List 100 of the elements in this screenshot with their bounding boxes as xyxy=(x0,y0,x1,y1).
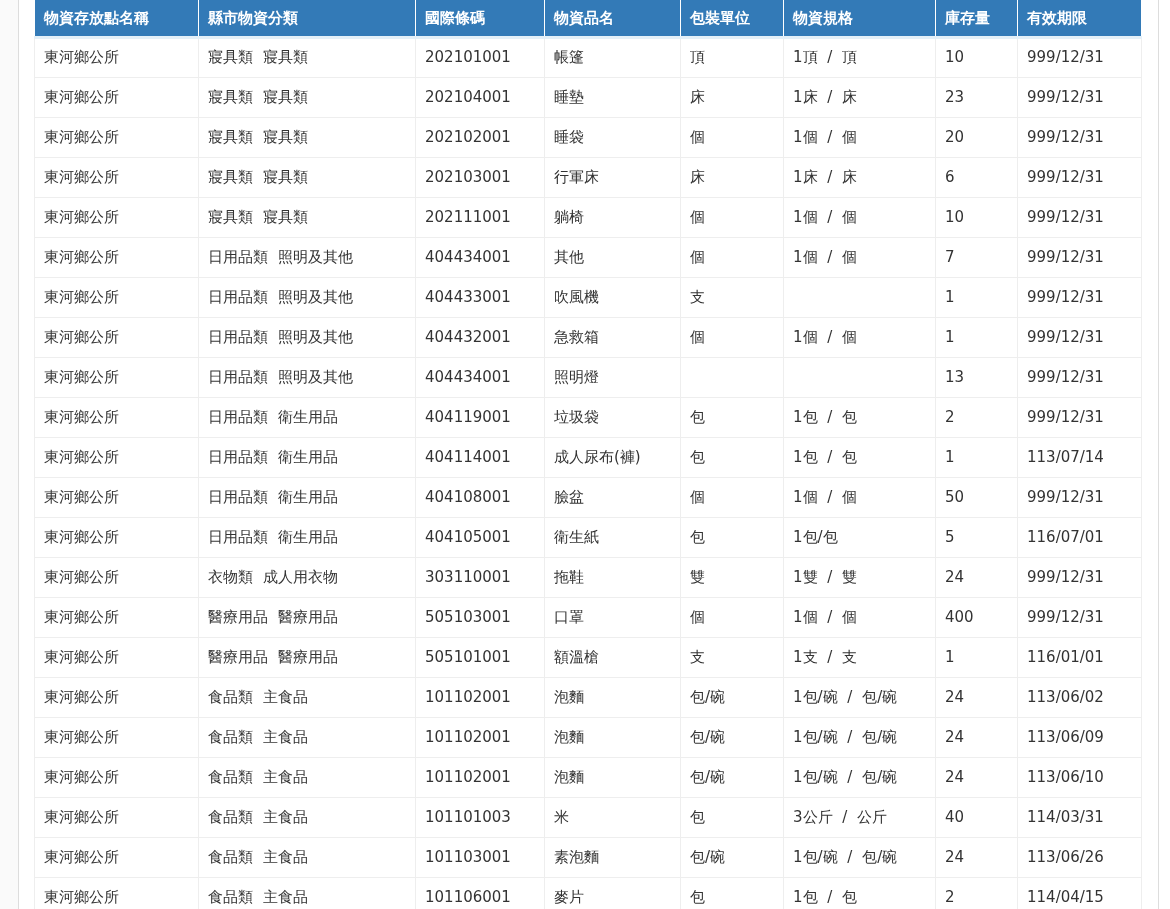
table-cell: 999/12/31 xyxy=(1017,397,1142,437)
table-cell: 泡麵 xyxy=(544,757,681,797)
table-cell: 1 xyxy=(935,277,1018,317)
table-cell: 404119001 xyxy=(415,397,545,437)
table-cell: 東河鄉公所 xyxy=(34,197,199,237)
table-cell: 日用品類 照明及其他 xyxy=(198,357,416,397)
table-cell: 食品類 主食品 xyxy=(198,717,416,757)
table-cell: 東河鄉公所 xyxy=(34,277,199,317)
table-cell: 202103001 xyxy=(415,157,545,197)
column-header: 物資存放點名稱 xyxy=(34,0,199,37)
table-cell: 帳篷 xyxy=(544,37,681,77)
table-cell: 24 xyxy=(935,677,1018,717)
table-cell: 東河鄉公所 xyxy=(34,597,199,637)
table-cell: 東河鄉公所 xyxy=(34,837,199,877)
table-cell: 24 xyxy=(935,717,1018,757)
table-cell: 114/03/31 xyxy=(1017,797,1142,837)
table-cell: 素泡麵 xyxy=(544,837,681,877)
table-cell: 東河鄉公所 xyxy=(34,517,199,557)
column-header: 國際條碼 xyxy=(415,0,545,37)
table-cell: 成人尿布(褲) xyxy=(544,437,681,477)
table-cell: 999/12/31 xyxy=(1017,557,1142,597)
table-cell: 202101001 xyxy=(415,37,545,77)
table-cell: 急救箱 xyxy=(544,317,681,357)
table-cell: 101102001 xyxy=(415,717,545,757)
table-cell: 1個 / 個 xyxy=(783,317,936,357)
table-cell: 床 xyxy=(680,157,784,197)
table-cell: 其他 xyxy=(544,237,681,277)
table-cell: 東河鄉公所 xyxy=(34,317,199,357)
table-cell: 999/12/31 xyxy=(1017,77,1142,117)
table-cell: 醫療用品 醫療用品 xyxy=(198,637,416,677)
table-cell: 404108001 xyxy=(415,477,545,517)
table-cell: 1頂 / 頂 xyxy=(783,37,936,77)
table-cell: 醫療用品 醫療用品 xyxy=(198,597,416,637)
table-cell: 日用品類 照明及其他 xyxy=(198,277,416,317)
table-cell: 食品類 主食品 xyxy=(198,677,416,717)
table-cell: 食品類 主食品 xyxy=(198,837,416,877)
table-cell: 日用品類 衛生用品 xyxy=(198,397,416,437)
table-cell: 404434001 xyxy=(415,357,545,397)
table-cell: 東河鄉公所 xyxy=(34,37,199,77)
table-cell: 照明燈 xyxy=(544,357,681,397)
table-cell: 行軍床 xyxy=(544,157,681,197)
table-cell: 拖鞋 xyxy=(544,557,681,597)
table-cell: 1包 / 包 xyxy=(783,397,936,437)
table-cell: 1包 / 包 xyxy=(783,437,936,477)
table-cell: 包/碗 xyxy=(680,717,784,757)
table-cell: 個 xyxy=(680,317,784,357)
table-cell: 113/07/14 xyxy=(1017,437,1142,477)
table-cell: 1雙 / 雙 xyxy=(783,557,936,597)
table-cell: 食品類 主食品 xyxy=(198,757,416,797)
table-cell: 20 xyxy=(935,117,1018,157)
table-cell: 1 xyxy=(935,317,1018,357)
table-cell: 999/12/31 xyxy=(1017,157,1142,197)
table-cell: 1支 / 支 xyxy=(783,637,936,677)
table-cell: 999/12/31 xyxy=(1017,37,1142,77)
table-cell: 1包/碗 / 包/碗 xyxy=(783,677,936,717)
table-cell: 202111001 xyxy=(415,197,545,237)
table-cell: 116/07/01 xyxy=(1017,517,1142,557)
table-cell: 頂 xyxy=(680,37,784,77)
table-cell: 999/12/31 xyxy=(1017,477,1142,517)
table-cell: 1個 / 個 xyxy=(783,597,936,637)
table-cell: 999/12/31 xyxy=(1017,317,1142,357)
table-cell: 東河鄉公所 xyxy=(34,757,199,797)
table-cell: 404433001 xyxy=(415,277,545,317)
table-cell: 米 xyxy=(544,797,681,837)
table-cell: 包/碗 xyxy=(680,837,784,877)
table-cell: 個 xyxy=(680,197,784,237)
table-cell: 泡麵 xyxy=(544,677,681,717)
table-cell: 東河鄉公所 xyxy=(34,357,199,397)
table-cell: 23 xyxy=(935,77,1018,117)
table-cell: 個 xyxy=(680,597,784,637)
table-cell: 1床 / 床 xyxy=(783,77,936,117)
table-cell: 個 xyxy=(680,117,784,157)
table-cell: 404432001 xyxy=(415,317,545,357)
table-cell: 1 xyxy=(935,437,1018,477)
column-header: 縣市物資分類 xyxy=(198,0,416,37)
table-cell: 113/06/09 xyxy=(1017,717,1142,757)
table-cell: 包 xyxy=(680,797,784,837)
table-cell: 寢具類 寢具類 xyxy=(198,77,416,117)
table-cell: 包 xyxy=(680,397,784,437)
table-cell: 東河鄉公所 xyxy=(34,677,199,717)
table-cell: 1包/碗 / 包/碗 xyxy=(783,837,936,877)
table-cell: 日用品類 照明及其他 xyxy=(198,317,416,357)
column-header: 包裝單位 xyxy=(680,0,784,37)
table-cell: 東河鄉公所 xyxy=(34,117,199,157)
table-cell: 包 xyxy=(680,437,784,477)
table-cell: 113/06/10 xyxy=(1017,757,1142,797)
table-cell: 505101001 xyxy=(415,637,545,677)
column-header: 物資規格 xyxy=(783,0,936,37)
table-cell: 支 xyxy=(680,637,784,677)
table-cell: 1個 / 個 xyxy=(783,197,936,237)
table-cell: 口罩 xyxy=(544,597,681,637)
table-cell: 101102001 xyxy=(415,757,545,797)
table-cell: 1個 / 個 xyxy=(783,117,936,157)
table-cell: 衣物類 成人用衣物 xyxy=(198,557,416,597)
table-cell: 404114001 xyxy=(415,437,545,477)
table-cell: 東河鄉公所 xyxy=(34,637,199,677)
column-header: 有效期限 xyxy=(1017,0,1142,37)
table-cell: 食品類 主食品 xyxy=(198,797,416,837)
table-cell: 個 xyxy=(680,237,784,277)
table-cell: 113/06/26 xyxy=(1017,837,1142,877)
